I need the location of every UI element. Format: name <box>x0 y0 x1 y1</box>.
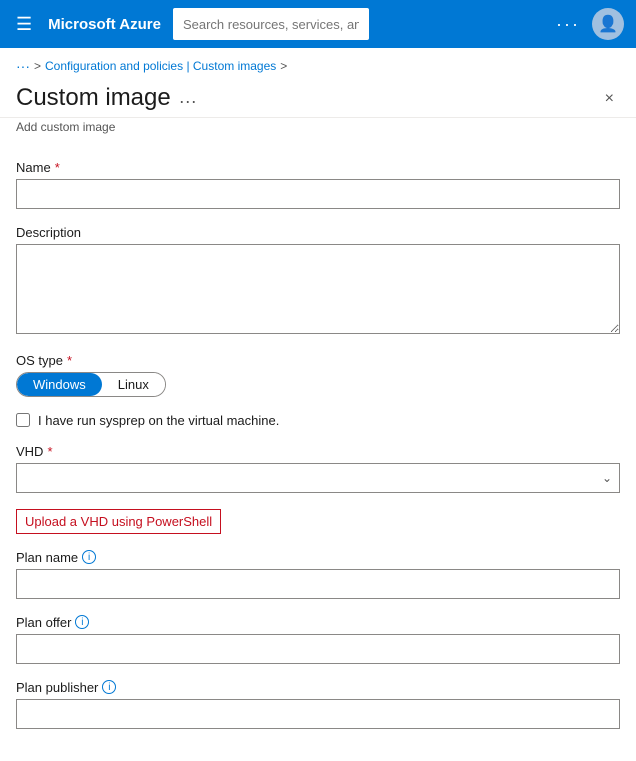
breadcrumb: ··· > Configuration and policies | Custo… <box>0 48 636 80</box>
page-header: Custom image ··· × <box>0 80 636 118</box>
breadcrumb-dots[interactable]: ··· <box>16 58 30 74</box>
vhd-required: * <box>47 444 52 459</box>
breadcrumb-sep-2: > <box>280 59 287 73</box>
description-label: Description <box>16 225 620 240</box>
plan-offer-label: Plan offer i <box>16 615 620 630</box>
plan-name-info-icon[interactable]: i <box>82 550 96 564</box>
os-windows-button[interactable]: Windows <box>17 373 102 396</box>
sysprep-label: I have run sysprep on the virtual machin… <box>38 413 279 428</box>
plan-name-input[interactable] <box>16 569 620 599</box>
plan-name-label: Plan name i <box>16 550 620 565</box>
os-type-group: OS type * Windows Linux <box>16 353 620 397</box>
form-area: Name * Description OS type * Windows Lin… <box>0 144 636 761</box>
breadcrumb-sep-1: > <box>34 59 41 73</box>
avatar[interactable]: 👤 <box>592 8 624 40</box>
topbar: ☰ Microsoft Azure ··· 👤 <box>0 0 636 48</box>
name-group: Name * <box>16 160 620 209</box>
page-subtitle: Add custom image <box>0 118 636 144</box>
vhd-select[interactable] <box>16 463 620 493</box>
avatar-icon: 👤 <box>598 14 618 34</box>
os-type-toggle: Windows Linux <box>16 372 166 397</box>
page-title-more-icon[interactable]: ··· <box>179 91 197 112</box>
os-type-label: OS type * <box>16 353 620 368</box>
description-input[interactable] <box>16 244 620 334</box>
name-input[interactable] <box>16 179 620 209</box>
vhd-label: VHD * <box>16 444 620 459</box>
close-button[interactable]: × <box>599 88 620 110</box>
page-title: Custom image <box>16 84 171 113</box>
main-content: ··· > Configuration and policies | Custo… <box>0 48 636 761</box>
plan-publisher-label: Plan publisher i <box>16 680 620 695</box>
plan-publisher-group: Plan publisher i <box>16 680 620 729</box>
sysprep-checkbox[interactable] <box>16 413 30 427</box>
search-input[interactable] <box>173 8 369 40</box>
plan-offer-input[interactable] <box>16 634 620 664</box>
vhd-group: VHD * ⌄ <box>16 444 620 493</box>
os-type-required: * <box>67 353 72 368</box>
description-group: Description <box>16 225 620 337</box>
plan-name-group: Plan name i <box>16 550 620 599</box>
topbar-more-icon[interactable]: ··· <box>556 14 580 35</box>
plan-offer-info-icon[interactable]: i <box>75 615 89 629</box>
breadcrumb-link[interactable]: Configuration and policies | Custom imag… <box>45 59 276 73</box>
app-logo: Microsoft Azure <box>48 16 161 33</box>
upload-vhd-link[interactable]: Upload a VHD using PowerShell <box>16 509 221 534</box>
os-linux-button[interactable]: Linux <box>102 373 165 396</box>
sysprep-group: I have run sysprep on the virtual machin… <box>16 413 620 428</box>
name-label: Name * <box>16 160 620 175</box>
vhd-select-wrapper: ⌄ <box>16 463 620 493</box>
plan-publisher-input[interactable] <box>16 699 620 729</box>
plan-publisher-info-icon[interactable]: i <box>102 680 116 694</box>
hamburger-icon[interactable]: ☰ <box>12 10 36 39</box>
plan-offer-group: Plan offer i <box>16 615 620 664</box>
name-required: * <box>55 160 60 175</box>
